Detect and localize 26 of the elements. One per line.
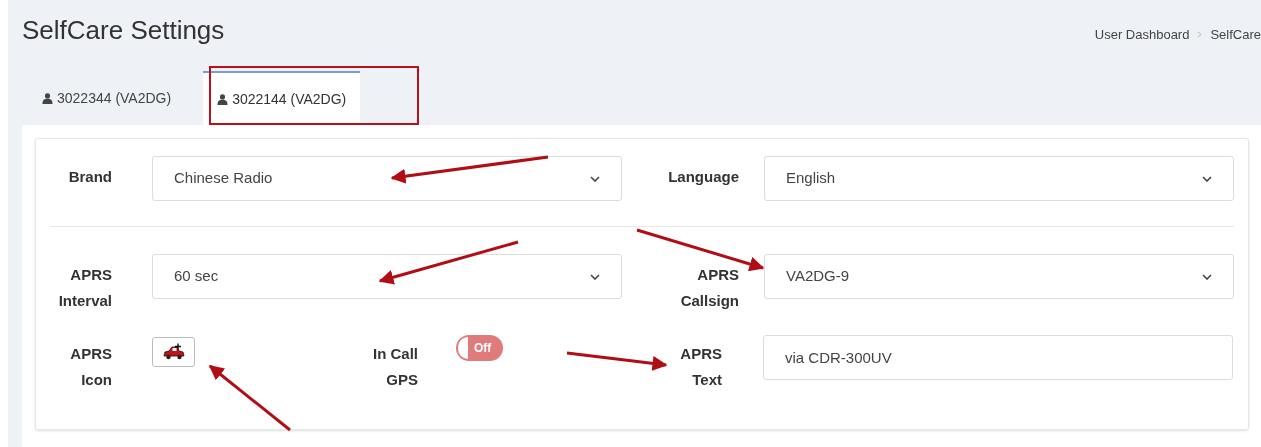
chevron-down-icon bbox=[590, 175, 600, 182]
field-label: In Call GPS bbox=[372, 344, 418, 390]
car-icon bbox=[161, 343, 186, 361]
tab[interactable]: 3022344 (VA2DG) bbox=[22, 71, 192, 125]
icon-picker-button[interactable] bbox=[152, 337, 195, 367]
user-icon bbox=[42, 92, 53, 104]
breadcrumb-link[interactable]: SelfCare bbox=[1210, 25, 1261, 45]
breadcrumb-link[interactable]: User Dashboard bbox=[1094, 25, 1190, 45]
page-title: SelfCare Settings bbox=[22, 14, 225, 47]
field-label: APRS Text bbox=[679, 344, 722, 390]
field-label: Brand bbox=[67, 167, 112, 187]
text-field[interactable]: via CDR-300UV bbox=[763, 335, 1233, 380]
chevron-down-icon bbox=[590, 273, 600, 280]
tab[interactable]: 3022144 (VA2DG) bbox=[203, 71, 361, 125]
chevron-down-icon bbox=[1202, 175, 1212, 182]
field-label: APRS Callsign bbox=[679, 265, 739, 311]
field-label: APRS Interval bbox=[57, 265, 112, 311]
field-label: APRS Icon bbox=[69, 344, 112, 390]
select-field[interactable]: Chinese Radio bbox=[152, 156, 622, 201]
select-field[interactable]: English bbox=[764, 156, 1234, 201]
select-field[interactable]: VA2DG-9 bbox=[764, 254, 1234, 299]
select-field[interactable]: 60 sec bbox=[152, 254, 622, 299]
user-icon bbox=[217, 93, 229, 105]
field-label: Language bbox=[667, 167, 739, 187]
chevron-down-icon bbox=[1202, 273, 1212, 280]
chevron-right-icon bbox=[1197, 31, 1203, 39]
